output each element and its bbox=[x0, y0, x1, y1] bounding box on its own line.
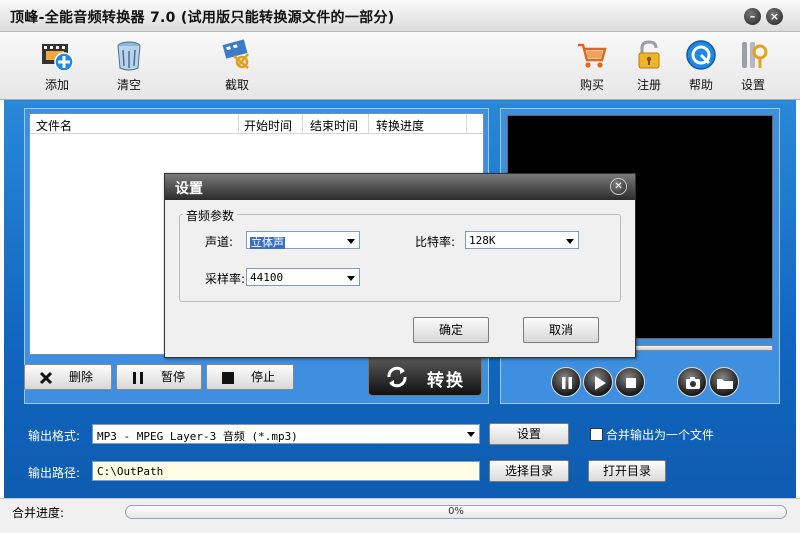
settings-button[interactable]: 设置 bbox=[730, 38, 776, 93]
bitrate-select[interactable]: 128K bbox=[465, 231, 579, 249]
lock-icon bbox=[638, 40, 660, 69]
merge-progress-text: 0% bbox=[448, 506, 464, 517]
choose-directory-button[interactable]: 选择目录 bbox=[489, 460, 569, 482]
column-filename[interactable]: 文件名 bbox=[36, 117, 72, 134]
output-path-input[interactable]: C:\OutPath bbox=[92, 461, 480, 481]
output-format-select[interactable]: MP3 - MPEG Layer-3 音频 (*.mp3) bbox=[92, 424, 480, 444]
samplerate-value: 44100 bbox=[250, 271, 284, 284]
settings-label: 设置 bbox=[740, 78, 765, 92]
column-divider[interactable] bbox=[368, 114, 369, 134]
clear-label: 清空 bbox=[116, 78, 141, 92]
pause-icon bbox=[133, 372, 143, 384]
snapshot-button[interactable] bbox=[677, 367, 707, 397]
merge-label: 合并输出为一个文件 bbox=[606, 428, 715, 442]
audio-params-group bbox=[179, 214, 621, 302]
chevron-down-icon bbox=[467, 432, 475, 437]
output-format-value: MP3 - MPEG Layer-3 音频 (*.mp3) bbox=[97, 430, 298, 443]
register-label: 注册 bbox=[636, 78, 661, 92]
convert-label: 转换 bbox=[427, 371, 465, 391]
pause-icon bbox=[562, 377, 572, 389]
cart-icon bbox=[578, 43, 607, 68]
channel-value: 立体声 bbox=[250, 237, 285, 249]
delete-button[interactable]: 删除 bbox=[24, 364, 112, 390]
stop-button[interactable]: 停止 bbox=[206, 364, 294, 390]
file-list-header: 文件名 开始时间 结束时间 转换进度 bbox=[30, 114, 483, 134]
clear-bin-icon bbox=[117, 41, 141, 71]
toolbar: 添加 清空 截取 购买 注册 帮助 设置 bbox=[0, 32, 800, 100]
buy-label: 购买 bbox=[579, 78, 604, 92]
column-start-time[interactable]: 开始时间 bbox=[244, 117, 292, 134]
column-divider[interactable] bbox=[466, 114, 467, 134]
convert-button[interactable]: 转换 bbox=[368, 356, 482, 396]
buy-button[interactable]: 购买 bbox=[569, 38, 615, 93]
chevron-down-icon bbox=[566, 239, 574, 244]
capture-button[interactable]: 截取 bbox=[212, 38, 262, 93]
help-button[interactable]: 帮助 bbox=[678, 38, 724, 93]
channel-select[interactable]: 立体声 bbox=[246, 231, 360, 249]
column-progress[interactable]: 转换进度 bbox=[376, 117, 424, 134]
camera-icon bbox=[686, 377, 700, 389]
chevron-down-icon bbox=[347, 239, 355, 244]
bitrate-label: 比特率: bbox=[415, 235, 456, 249]
pause-play-button[interactable] bbox=[551, 367, 581, 397]
delete-x-icon bbox=[39, 371, 53, 385]
output-path-label: 输出路径: bbox=[28, 466, 81, 480]
chevron-down-icon bbox=[347, 276, 355, 281]
samplerate-label: 采样率: bbox=[205, 272, 246, 286]
play-button[interactable] bbox=[583, 367, 613, 397]
merge-progress-label: 合并进度: bbox=[12, 506, 65, 520]
stop-label: 停止 bbox=[251, 370, 276, 384]
play-icon bbox=[595, 376, 606, 390]
audio-params-group-title: 音频参数 bbox=[183, 207, 238, 224]
gear-icon bbox=[742, 42, 768, 68]
window-title: 顶峰-全能音频转换器 7.0 (试用版只能转换源文件的一部分) bbox=[10, 10, 395, 26]
open-folder-button[interactable] bbox=[709, 367, 739, 397]
close-button[interactable]: × bbox=[766, 8, 783, 25]
stop-icon bbox=[626, 378, 636, 388]
merge-progress-bar: 0% bbox=[125, 505, 787, 519]
stop-play-button[interactable] bbox=[615, 367, 645, 397]
add-label: 添加 bbox=[44, 78, 69, 92]
status-bar: 合并进度: 0% bbox=[0, 498, 800, 533]
dialog-close-button[interactable]: ✕ bbox=[610, 178, 627, 195]
channel-label: 声道: bbox=[205, 235, 234, 249]
delete-label: 删除 bbox=[69, 370, 94, 384]
help-icon bbox=[686, 40, 716, 70]
pause-button[interactable]: 暂停 bbox=[116, 364, 202, 390]
stop-icon bbox=[222, 372, 234, 384]
help-label: 帮助 bbox=[688, 78, 713, 92]
output-format-label: 输出格式: bbox=[28, 429, 81, 443]
pause-label: 暂停 bbox=[161, 370, 186, 384]
add-button[interactable]: 添加 bbox=[32, 38, 82, 93]
minimize-button[interactable]: – bbox=[744, 8, 761, 25]
column-divider[interactable] bbox=[302, 114, 303, 134]
format-settings-button[interactable]: 设置 bbox=[489, 423, 569, 445]
settings-dialog: 设置 ✕ 音频参数 声道: 立体声 比特率: 128K 采样率: 44100 确… bbox=[164, 173, 636, 358]
samplerate-select[interactable]: 44100 bbox=[246, 268, 360, 286]
column-divider[interactable] bbox=[238, 114, 239, 134]
dialog-title: 设置 bbox=[175, 181, 203, 197]
bitrate-value: 128K bbox=[469, 234, 496, 247]
column-end-time[interactable]: 结束时间 bbox=[310, 117, 358, 134]
dialog-title-bar[interactable]: 设置 ✕ bbox=[165, 174, 635, 200]
clear-button[interactable]: 清空 bbox=[104, 38, 154, 93]
title-bar: 顶峰-全能音频转换器 7.0 (试用版只能转换源文件的一部分) – × bbox=[0, 0, 800, 32]
cancel-button[interactable]: 取消 bbox=[523, 317, 599, 343]
merge-checkbox[interactable] bbox=[590, 428, 603, 441]
output-path-value: C:\OutPath bbox=[97, 465, 164, 478]
capture-label: 截取 bbox=[224, 78, 249, 92]
capture-scissors-icon bbox=[222, 39, 249, 69]
folder-icon bbox=[717, 379, 733, 389]
ok-button[interactable]: 确定 bbox=[413, 317, 489, 343]
open-directory-button[interactable]: 打开目录 bbox=[588, 460, 666, 482]
convert-refresh-icon bbox=[387, 366, 407, 388]
add-film-icon bbox=[42, 44, 74, 72]
register-button[interactable]: 注册 bbox=[626, 38, 672, 93]
